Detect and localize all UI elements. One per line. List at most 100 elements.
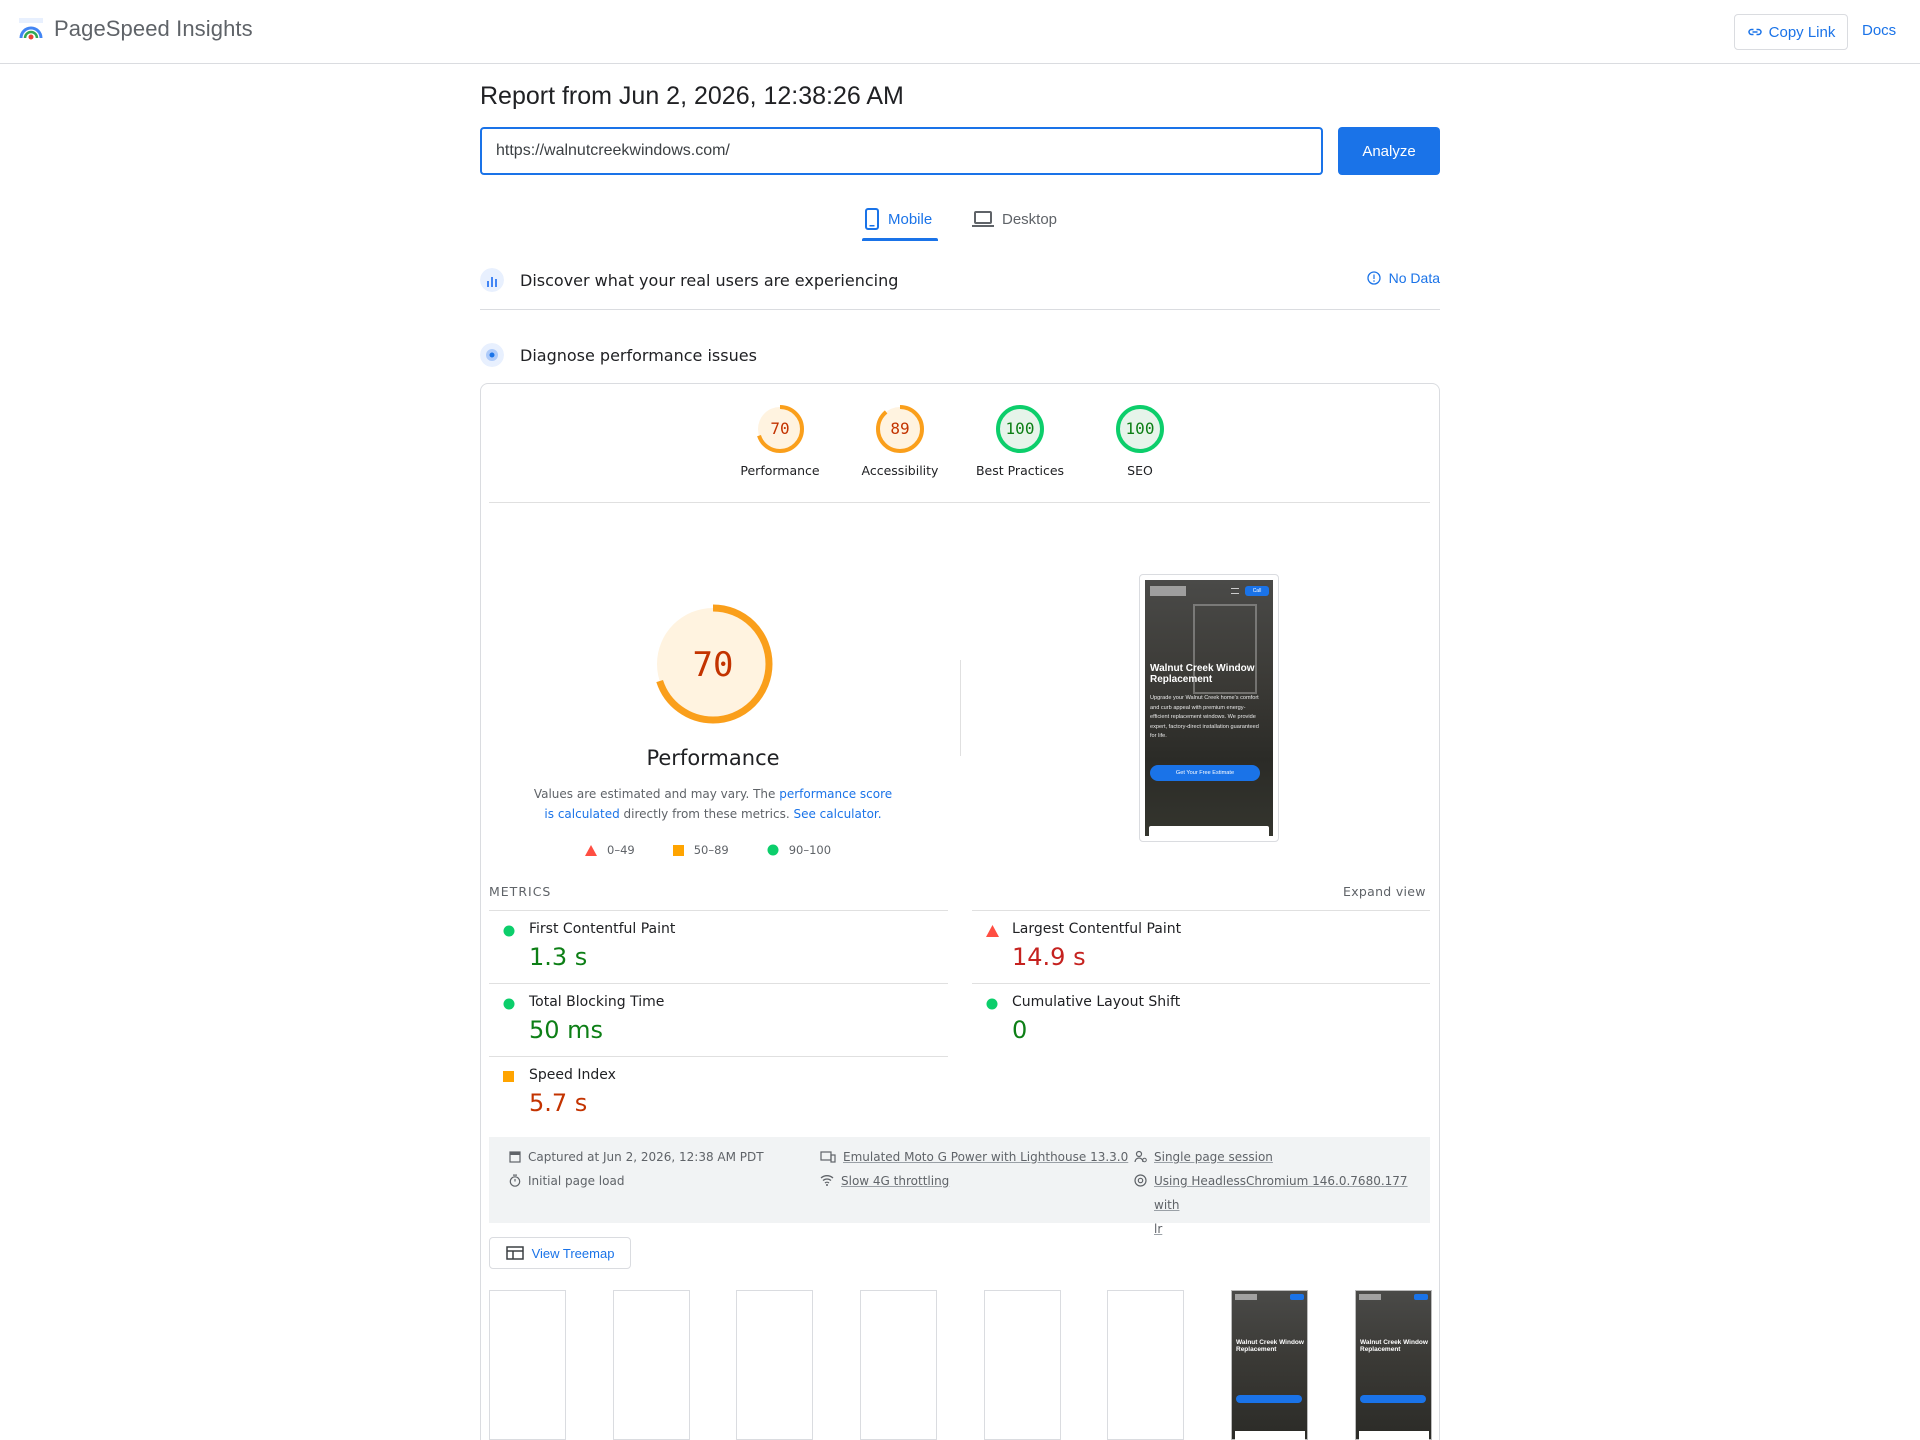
gauge-best-practices[interactable]: 100 Best Practices: [960, 403, 1080, 478]
view-treemap-button[interactable]: View Treemap: [489, 1237, 631, 1269]
filmstrip-frame: [736, 1290, 813, 1440]
hamburger-icon: [1231, 588, 1239, 594]
metric-fcp: First Contentful Paint 1.3 s: [489, 911, 929, 981]
square-icon: [672, 844, 684, 856]
gauge-accessibility[interactable]: 89 Accessibility: [840, 403, 960, 478]
thumb-headline: Walnut Creek Window Replacement: [1360, 1339, 1428, 1353]
score-legend: 0–49 50–89 90–100: [585, 843, 869, 857]
runtime-device[interactable]: Emulated Moto G Power with Lighthouse 13…: [820, 1145, 1128, 1169]
copy-link-button[interactable]: Copy Link: [1734, 14, 1848, 50]
metric-value: 50 ms: [529, 1016, 604, 1044]
crux-icon: [480, 268, 504, 292]
gauge-score: 70: [770, 419, 789, 438]
thumb-logo: [1235, 1294, 1257, 1300]
vertical-divider: [960, 660, 961, 756]
gauge-label: SEO: [1127, 463, 1153, 478]
brand[interactable]: PageSpeed Insights: [18, 16, 253, 42]
runtime-captured-text: Captured at Jun 2, 2026, 12:38 AM PDT: [528, 1150, 764, 1164]
runtime-throttling-text: Slow 4G throttling: [841, 1174, 950, 1188]
performance-score: 70: [693, 645, 734, 685]
metric-name: Largest Contentful Paint: [1012, 921, 1182, 937]
no-data-indicator[interactable]: No Data: [1366, 270, 1440, 286]
runtime-device-text: Emulated Moto G Power with Lighthouse 13…: [843, 1150, 1129, 1164]
gauge-score: 89: [890, 419, 909, 438]
calendar-icon: [509, 1151, 521, 1163]
person-icon: [1134, 1150, 1147, 1163]
url-input[interactable]: [480, 127, 1323, 175]
screenshot-headline: Walnut Creek Window Replacement: [1150, 663, 1255, 685]
thumb-call-badge: [1414, 1294, 1428, 1300]
metric-value: 5.7 s: [529, 1089, 588, 1117]
filmstrip-frame: Walnut Creek Window Replacement: [1355, 1290, 1432, 1440]
devices-icon: [820, 1151, 836, 1163]
tab-mobile[interactable]: Mobile: [864, 204, 932, 234]
runtime-throttling[interactable]: Slow 4G throttling: [820, 1169, 949, 1193]
metric-name: Total Blocking Time: [529, 994, 665, 1010]
desc-text: directly from these metrics.: [619, 807, 794, 821]
docs-link[interactable]: Docs: [1862, 22, 1896, 39]
diagnose-title: Diagnose performance issues: [520, 345, 757, 365]
treemap-icon: [505, 1246, 524, 1260]
screenshot-bottom-bar: [1149, 826, 1269, 836]
thumb-bottom-bar: [1235, 1431, 1305, 1440]
final-screenshot[interactable]: Call Walnut Creek Window Replacement Upg…: [1139, 574, 1279, 842]
triangle-icon: [585, 844, 597, 856]
legend-poor-label: 0–49: [607, 843, 635, 857]
gauge-ring: 89: [876, 405, 924, 453]
screenshot-logo: [1150, 586, 1186, 596]
runtime-initial-load: Initial page load: [509, 1169, 624, 1193]
analyze-button[interactable]: Analyze: [1338, 127, 1440, 175]
runtime-captured: Captured at Jun 2, 2026, 12:38 AM PDT: [509, 1145, 764, 1169]
performance-gauge: 70: [653, 604, 773, 724]
legend-good-label: 90–100: [788, 843, 832, 857]
view-treemap-label: View Treemap: [531, 1245, 615, 1261]
metric-name: Speed Index: [529, 1067, 616, 1083]
gauge-label: Accessibility: [861, 463, 939, 478]
runtime-browser-line1: Using HeadlessChromium 146.0.7680.177 wi…: [1154, 1174, 1408, 1212]
gauge-score: 100: [1006, 419, 1035, 438]
info-icon: [1366, 271, 1381, 285]
tab-desktop-label: Desktop: [1002, 210, 1058, 228]
gauge-label: Best Practices: [975, 463, 1065, 478]
metric-name: First Contentful Paint: [529, 921, 676, 937]
screenshot-screen: Call Walnut Creek Window Replacement Upg…: [1145, 580, 1273, 836]
filmstrip-frame: Walnut Creek Window Replacement: [1231, 1290, 1308, 1440]
metric-tbt: Total Blocking Time 50 ms: [489, 984, 929, 1054]
circle-icon: [767, 844, 779, 856]
timer-icon: [509, 1174, 521, 1187]
link-icon: [1747, 28, 1762, 36]
category-gauges: 70 Performance 89 Accessibility 100 Best…: [720, 403, 1200, 493]
runtime-session-text: Single page session: [1154, 1150, 1273, 1164]
real-users-title: Discover what your real users are experi…: [520, 270, 899, 290]
poor-triangle-icon: [986, 925, 999, 937]
gauge-ring: 100: [996, 405, 1044, 453]
gauge-label: Performance: [740, 463, 820, 478]
app-name: PageSpeed Insights: [54, 16, 253, 41]
gauge-seo[interactable]: 100 SEO: [1080, 403, 1200, 478]
expand-view-toggle[interactable]: Expand view: [1343, 884, 1426, 899]
real-users-section[interactable]: Discover what your real users are experi…: [480, 260, 1440, 300]
metric-name: Cumulative Layout Shift: [1012, 994, 1181, 1010]
gauge-score: 100: [1126, 419, 1155, 438]
metric-value: 1.3 s: [529, 943, 588, 971]
good-circle-icon: [986, 998, 998, 1010]
filmstrip-frame: [489, 1290, 566, 1440]
tab-desktop[interactable]: Desktop: [972, 204, 1057, 234]
gauge-ring: 100: [1116, 405, 1164, 453]
metric-speed-index: Speed Index 5.7 s: [489, 1057, 929, 1127]
legend-good: 90–100: [767, 843, 831, 857]
report-title: Report from Jun 2, 2026, 12:38:26 AM: [480, 82, 904, 110]
see-calculator-link[interactable]: See calculator.: [793, 807, 881, 821]
lighthouse-icon: [480, 343, 504, 367]
performance-title: Performance: [646, 746, 780, 770]
metric-lcp: Largest Contentful Paint 14.9 s: [972, 911, 1412, 981]
thumb-bottom-bar: [1359, 1431, 1429, 1440]
gauge-ring: 70: [756, 405, 804, 453]
runtime-session[interactable]: Single page session: [1134, 1145, 1273, 1169]
legend-average: 50–89: [672, 843, 729, 857]
wifi-icon: [820, 1175, 834, 1186]
runtime-browser[interactable]: Using HeadlessChromium 146.0.7680.177 wi…: [1134, 1169, 1424, 1241]
average-square-icon: [503, 1071, 514, 1082]
runtime-browser-text: Using HeadlessChromium 146.0.7680.177 wi…: [1154, 1169, 1424, 1241]
gauge-performance[interactable]: 70 Performance: [720, 403, 840, 478]
